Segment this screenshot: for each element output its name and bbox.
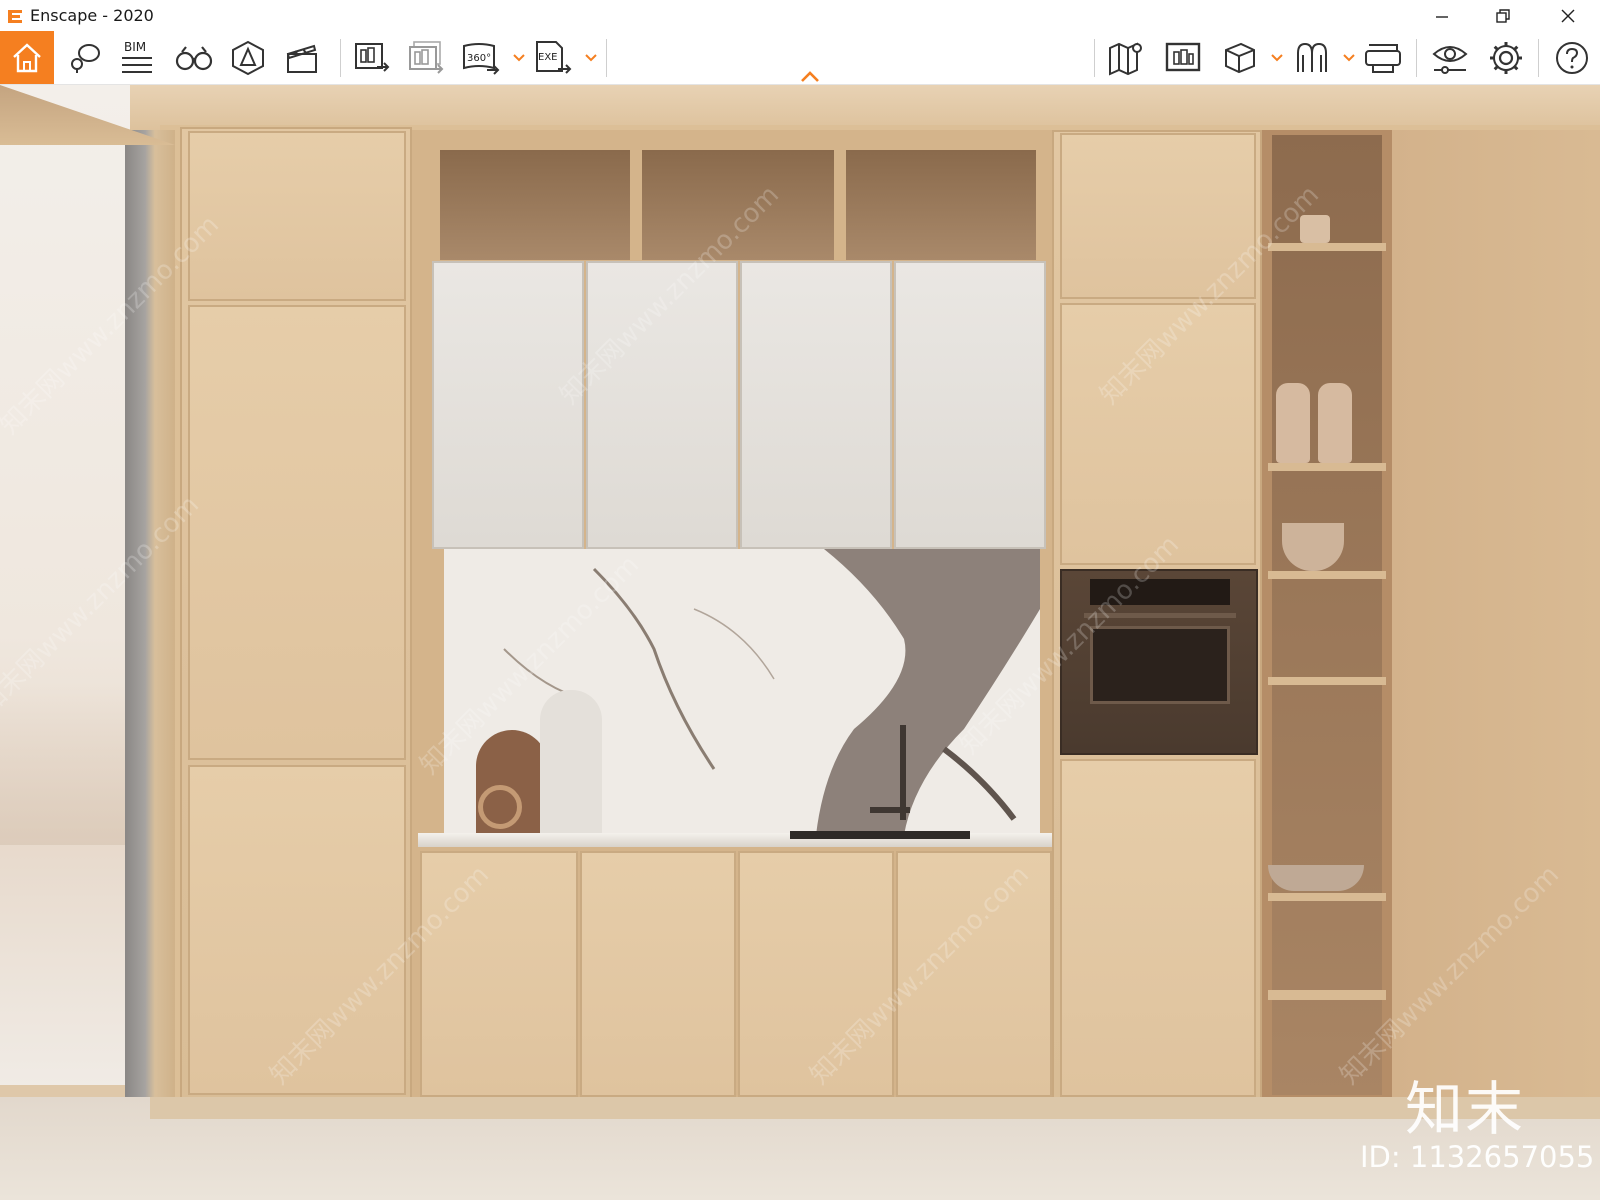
sink bbox=[790, 831, 970, 839]
walk-fly-button[interactable] bbox=[168, 31, 220, 84]
plates-decor bbox=[1268, 865, 1364, 891]
vr-headset-button[interactable] bbox=[1357, 31, 1409, 84]
atmosphere-icon bbox=[1297, 42, 1327, 72]
ring-decor bbox=[478, 785, 522, 829]
chevron-down-icon[interactable] bbox=[1342, 51, 1356, 65]
panorama-button[interactable]: 360° bbox=[455, 31, 507, 84]
close-icon bbox=[1561, 9, 1575, 22]
home-button[interactable] bbox=[0, 31, 54, 84]
help-icon bbox=[1556, 41, 1588, 74]
render-image-button[interactable] bbox=[346, 31, 398, 84]
exe-export-icon: EXE bbox=[536, 40, 572, 74]
views-button[interactable] bbox=[60, 31, 110, 84]
vr-headset-icon bbox=[1365, 43, 1401, 73]
chevron-down-icon[interactable] bbox=[512, 51, 526, 65]
visual-settings-button[interactable] bbox=[1424, 31, 1476, 84]
shelf-board bbox=[1268, 677, 1386, 685]
bottle-decor bbox=[1318, 383, 1352, 463]
wall-cabinet-door[interactable] bbox=[740, 261, 892, 549]
shelf-board bbox=[1268, 463, 1386, 471]
asset-library-button[interactable] bbox=[222, 31, 274, 84]
screenshot-icon bbox=[1165, 42, 1201, 71]
shelf-board bbox=[1268, 243, 1386, 251]
chevron-down-icon[interactable] bbox=[584, 51, 598, 65]
baseboard bbox=[150, 1097, 1600, 1119]
visual-settings-icon bbox=[1432, 45, 1468, 74]
render-viewport[interactable]: 知末网www.znzmo.com 知末网www.znzmo.com 知末网www… bbox=[0, 85, 1600, 1200]
watermark-id: ID: 1132657055 bbox=[1360, 1140, 1595, 1174]
minimize-button[interactable] bbox=[1414, 0, 1470, 31]
help-button[interactable] bbox=[1546, 31, 1598, 84]
video-editor-button[interactable] bbox=[276, 31, 328, 84]
cabinet-door[interactable] bbox=[1060, 759, 1256, 1097]
map-button[interactable] bbox=[1100, 31, 1152, 84]
enscape-logo-icon bbox=[8, 9, 22, 23]
gear-icon bbox=[1490, 41, 1522, 74]
restore-icon bbox=[1496, 8, 1510, 23]
bottle-decor bbox=[1276, 383, 1310, 463]
map-icon bbox=[1109, 41, 1142, 76]
svg-text:EXE: EXE bbox=[538, 52, 558, 63]
view-mode-button[interactable] bbox=[1214, 31, 1266, 84]
cabinet-door[interactable] bbox=[188, 131, 406, 301]
minimize-icon bbox=[1436, 15, 1448, 18]
asset-library-icon bbox=[232, 40, 264, 75]
faucet bbox=[900, 725, 906, 820]
window-dune bbox=[0, 685, 130, 845]
chevron-down-icon[interactable] bbox=[1270, 51, 1284, 65]
open-shelf bbox=[846, 150, 1036, 260]
exe-export-button[interactable]: EXE bbox=[528, 31, 580, 84]
shelf-board bbox=[1268, 893, 1386, 901]
window-title: Enscape - 2020 bbox=[30, 6, 154, 25]
video-clapper-icon bbox=[286, 44, 317, 73]
wall-cabinet-door[interactable] bbox=[432, 261, 584, 549]
cabinet-door[interactable] bbox=[188, 305, 406, 760]
settings-button[interactable] bbox=[1480, 31, 1532, 84]
close-button[interactable] bbox=[1540, 0, 1596, 31]
panorama-icon: 360° bbox=[463, 42, 500, 75]
binoculars-icon bbox=[175, 45, 213, 70]
home-icon bbox=[13, 42, 41, 72]
export-image-icon bbox=[355, 42, 390, 72]
batch-render-icon bbox=[409, 40, 444, 74]
collapse-toolbar-chevron-up-icon[interactable] bbox=[800, 70, 820, 84]
bim-button[interactable]: BIM bbox=[112, 31, 162, 84]
shelf-board bbox=[1268, 990, 1386, 1000]
wall-cabinet-door[interactable] bbox=[894, 261, 1046, 549]
screenshot-button[interactable] bbox=[1157, 31, 1209, 84]
svg-text:360°: 360° bbox=[467, 53, 491, 64]
bim-icon: BIM bbox=[122, 40, 152, 73]
watermark-brand: 知末 bbox=[1405, 1075, 1526, 1143]
location-pin-icon bbox=[71, 43, 100, 73]
open-shelf bbox=[440, 150, 630, 260]
oven-window bbox=[1090, 626, 1230, 704]
atmosphere-button[interactable] bbox=[1286, 31, 1338, 84]
title-bar: Enscape - 2020 bbox=[0, 0, 1600, 31]
view-cube-icon bbox=[1225, 42, 1255, 73]
batch-render-button[interactable] bbox=[400, 31, 452, 84]
base-cabinet-door[interactable] bbox=[580, 851, 736, 1097]
shelf-board bbox=[1268, 571, 1386, 579]
white-board-decor bbox=[540, 690, 602, 835]
restore-button[interactable] bbox=[1475, 0, 1531, 31]
svg-text:BIM: BIM bbox=[124, 40, 146, 54]
